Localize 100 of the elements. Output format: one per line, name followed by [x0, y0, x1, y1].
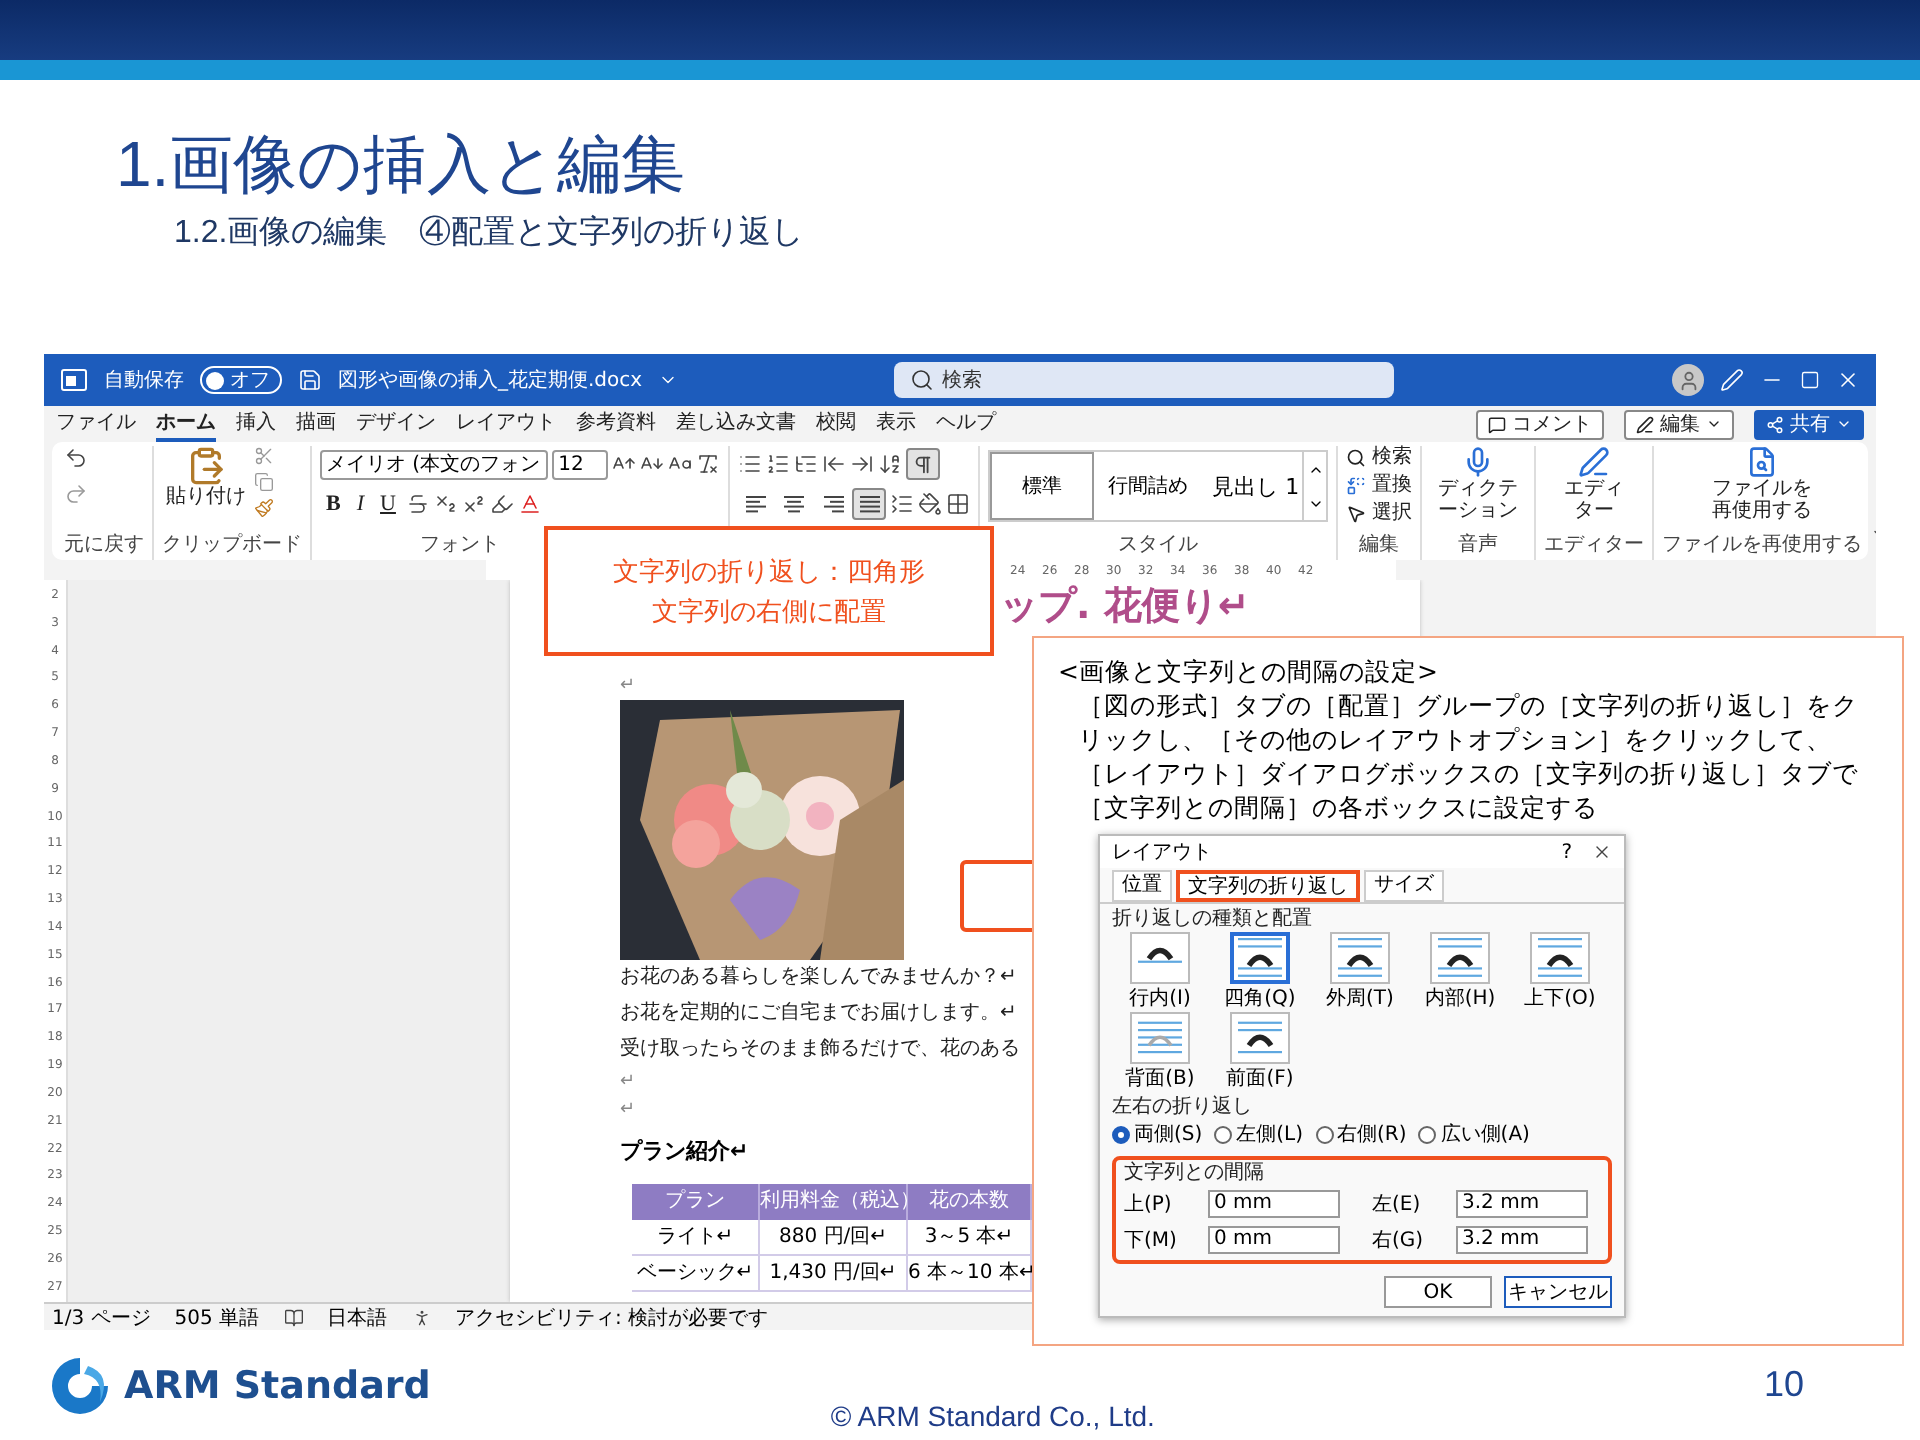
- align-icon: [819, 494, 844, 514]
- cut-icon[interactable]: [254, 446, 274, 466]
- menu-tab[interactable]: 参考資料: [576, 406, 656, 442]
- menu-tab[interactable]: ヘルプ: [936, 406, 996, 442]
- dialog-tab[interactable]: 文字列の折り返し: [1176, 870, 1360, 902]
- menu-tab[interactable]: デザイン: [356, 406, 436, 442]
- style-item[interactable]: 標準: [990, 452, 1095, 520]
- font-name-field[interactable]: メイリオ (本文のフォン: [320, 449, 549, 479]
- redo-icon[interactable]: [64, 482, 88, 506]
- highlighter-icon[interactable]: [489, 492, 514, 516]
- wrap-option-button[interactable]: [1530, 932, 1590, 984]
- undo-icon[interactable]: [64, 446, 88, 470]
- wrap-option-button[interactable]: [1430, 932, 1490, 984]
- dictate-button[interactable]: ディクテーション: [1430, 446, 1527, 522]
- search-icon[interactable]: [910, 368, 935, 392]
- multilevel-list-icon[interactable]: [794, 452, 819, 476]
- option-label: 行内(I): [1129, 985, 1191, 1012]
- subscript-icon[interactable]: [433, 492, 458, 516]
- table-cell: 1,430 円/回↵: [760, 1256, 908, 1292]
- decrease-indent-icon[interactable]: [822, 452, 847, 476]
- help-button[interactable]: ?: [1561, 841, 1572, 863]
- close-icon[interactable]: [1592, 842, 1612, 862]
- radio-option[interactable]: 右側(R): [1315, 1120, 1407, 1148]
- show-marks-button[interactable]: [906, 448, 941, 480]
- radio-button[interactable]: [1112, 1125, 1130, 1143]
- spin-field[interactable]: 3.2 mm: [1456, 1189, 1588, 1217]
- radio-button[interactable]: [1315, 1125, 1334, 1143]
- italic-button[interactable]: I: [350, 492, 371, 516]
- cancel-button[interactable]: キャンセル: [1504, 1276, 1612, 1308]
- word-app-icon[interactable]: [60, 368, 88, 392]
- menu-tab[interactable]: ファイル: [56, 406, 136, 442]
- autosave-toggle[interactable]: オフ: [200, 366, 282, 394]
- select-button[interactable]: 選択: [1346, 502, 1413, 526]
- comment-button[interactable]: コメント: [1476, 409, 1604, 439]
- wrap-option-icon: [1438, 938, 1482, 978]
- alignment-button[interactable]: [852, 488, 887, 520]
- copy-icon[interactable]: [254, 472, 274, 492]
- spin-field[interactable]: 3.2 mm: [1456, 1225, 1588, 1253]
- find-button[interactable]: 検索: [1346, 446, 1413, 470]
- wrap-option-button[interactable]: [1130, 932, 1190, 984]
- font-color-icon[interactable]: [517, 492, 542, 516]
- restore-icon[interactable]: [1800, 370, 1820, 390]
- table-header-cell: 花の本数: [908, 1184, 1032, 1220]
- superscript-icon[interactable]: [461, 492, 486, 516]
- status-text[interactable]: 1/3 ページ: [52, 1303, 151, 1330]
- underline-button[interactable]: U: [374, 492, 402, 516]
- group-label: 編集: [1357, 532, 1402, 560]
- dialog-tab[interactable]: 位置: [1112, 870, 1172, 902]
- book-icon[interactable]: [283, 1307, 304, 1327]
- menu-tab[interactable]: 挿入: [236, 406, 276, 442]
- search-field[interactable]: 検索: [894, 362, 1395, 398]
- copyright-text: © ARM Standard Co., Ltd.: [830, 1399, 1155, 1431]
- slide-title: 1.画像の挿入と編集: [116, 126, 688, 204]
- menu-tab[interactable]: レイアウト: [456, 406, 556, 442]
- menu-tab[interactable]: 校閲: [816, 406, 856, 442]
- radio-button[interactable]: [1418, 1125, 1437, 1143]
- bold-button[interactable]: B: [320, 492, 347, 516]
- borders-icon[interactable]: [946, 492, 971, 516]
- numbering-icon[interactable]: [766, 452, 791, 476]
- ok-button[interactable]: OK: [1384, 1276, 1492, 1308]
- paste-button[interactable]: 貼り付け: [162, 446, 250, 508]
- radio-option[interactable]: 左側(L): [1214, 1120, 1304, 1148]
- reuse-files-button[interactable]: ファイルを再使用する: [1706, 446, 1819, 522]
- format-painter-icon[interactable]: [254, 498, 274, 518]
- spin-field[interactable]: 0 mm: [1208, 1189, 1340, 1217]
- spin-field[interactable]: 0 mm: [1208, 1225, 1340, 1253]
- wrap-option-button[interactable]: [1230, 1012, 1290, 1064]
- page-number: 10: [1763, 1364, 1804, 1406]
- menu-tab[interactable]: 描画: [296, 406, 336, 442]
- sort-icon[interactable]: [878, 452, 903, 476]
- menu-tab[interactable]: 差し込み文書: [676, 406, 796, 442]
- replace-button[interactable]: 置換: [1346, 474, 1413, 498]
- strikethrough-icon[interactable]: [405, 492, 430, 516]
- radio-button[interactable]: [1214, 1125, 1233, 1143]
- status-text[interactable]: アクセシビリティ: 検討が必要です: [455, 1303, 769, 1330]
- editing-mode-button[interactable]: 編集: [1624, 409, 1734, 439]
- save-icon[interactable]: [298, 368, 322, 392]
- increase-indent-icon[interactable]: [850, 452, 875, 476]
- radio-option[interactable]: 両側(S): [1112, 1120, 1203, 1148]
- status-text[interactable]: 505 単語: [174, 1303, 260, 1330]
- dialog-tab[interactable]: サイズ: [1364, 870, 1444, 902]
- document-filename[interactable]: 図形や画像の挿入_花定期便.docx: [338, 366, 643, 394]
- pen-icon[interactable]: [1720, 368, 1744, 392]
- clear-formatting-icon[interactable]: [696, 452, 721, 476]
- line-spacing-icon[interactable]: [890, 492, 915, 516]
- pointer-icon: [1346, 504, 1367, 524]
- close-icon[interactable]: [1836, 368, 1860, 392]
- group-label: 文字列との間隔: [1124, 1162, 1266, 1186]
- editor-button[interactable]: エディター: [1562, 446, 1627, 522]
- wrap-option-button[interactable]: [1230, 932, 1290, 984]
- pilcrow-icon: [912, 453, 935, 475]
- radio-option[interactable]: 広い側(A): [1418, 1120, 1530, 1148]
- font-size-field[interactable]: 12: [552, 449, 609, 479]
- status-text[interactable]: 日本語: [327, 1303, 388, 1330]
- account-avatar[interactable]: [1672, 364, 1704, 396]
- accessibility-icon[interactable]: [411, 1307, 432, 1327]
- wrap-option-button[interactable]: [1330, 932, 1390, 984]
- shading-icon[interactable]: [918, 492, 943, 516]
- share-button[interactable]: 共有: [1754, 409, 1864, 439]
- menu-tab[interactable]: 表示: [876, 406, 916, 442]
